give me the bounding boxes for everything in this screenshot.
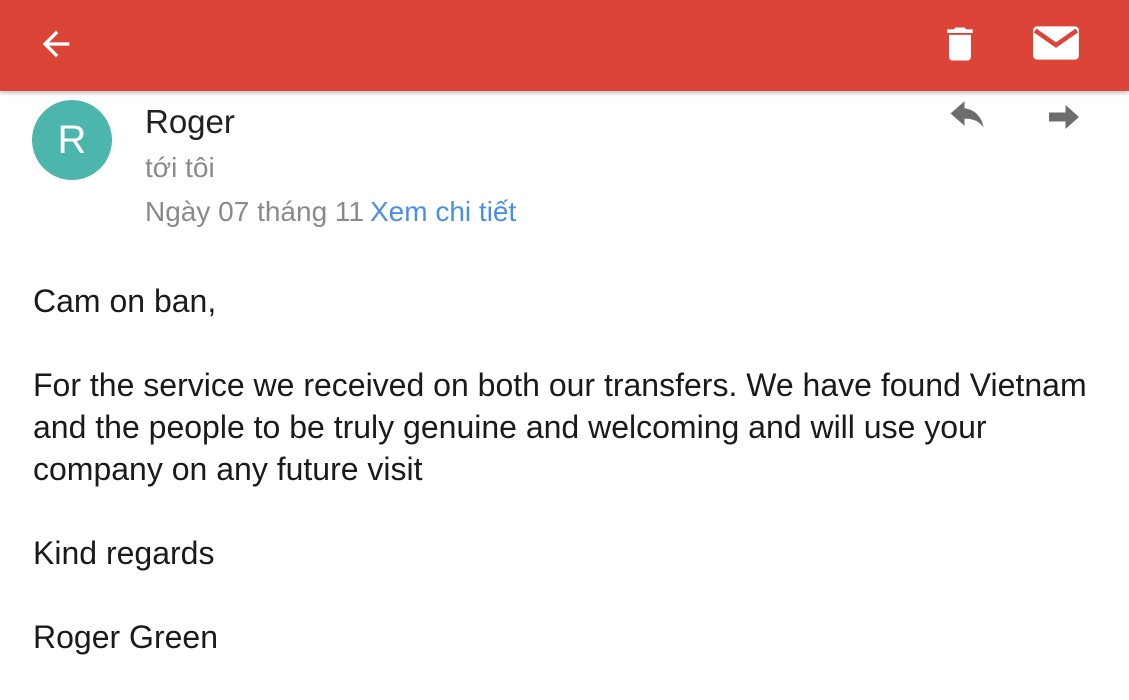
signature: Roger Green — [33, 619, 218, 655]
sender-name: Roger — [145, 103, 235, 140]
avatar[interactable]: R — [32, 100, 112, 180]
message-body: Cam on ban, For the service we received … — [33, 280, 1113, 700]
greeting: Cam on ban, — [33, 283, 217, 319]
forward-icon — [1049, 105, 1079, 129]
app-bar — [0, 0, 1129, 91]
closing: Kind regards — [33, 535, 215, 571]
reply-button[interactable] — [944, 96, 992, 138]
view-details-link[interactable]: Xem chi tiết — [370, 196, 516, 227]
date-line: Ngày 07 tháng 11 Xem chi tiết — [145, 192, 516, 232]
body-paragraph: For the service we received on both our … — [33, 367, 1087, 487]
trash-icon — [947, 27, 973, 61]
back-button[interactable] — [30, 20, 82, 68]
delete-button[interactable] — [935, 18, 985, 70]
reply-icon — [950, 101, 984, 128]
mark-unread-button[interactable] — [1028, 20, 1084, 66]
forward-button[interactable] — [1040, 96, 1088, 138]
back-arrow-icon — [42, 30, 70, 58]
message-date: Ngày 07 tháng 11 — [145, 196, 364, 227]
mail-icon — [1033, 26, 1079, 60]
recipient-line: tới tôi — [145, 152, 215, 183]
